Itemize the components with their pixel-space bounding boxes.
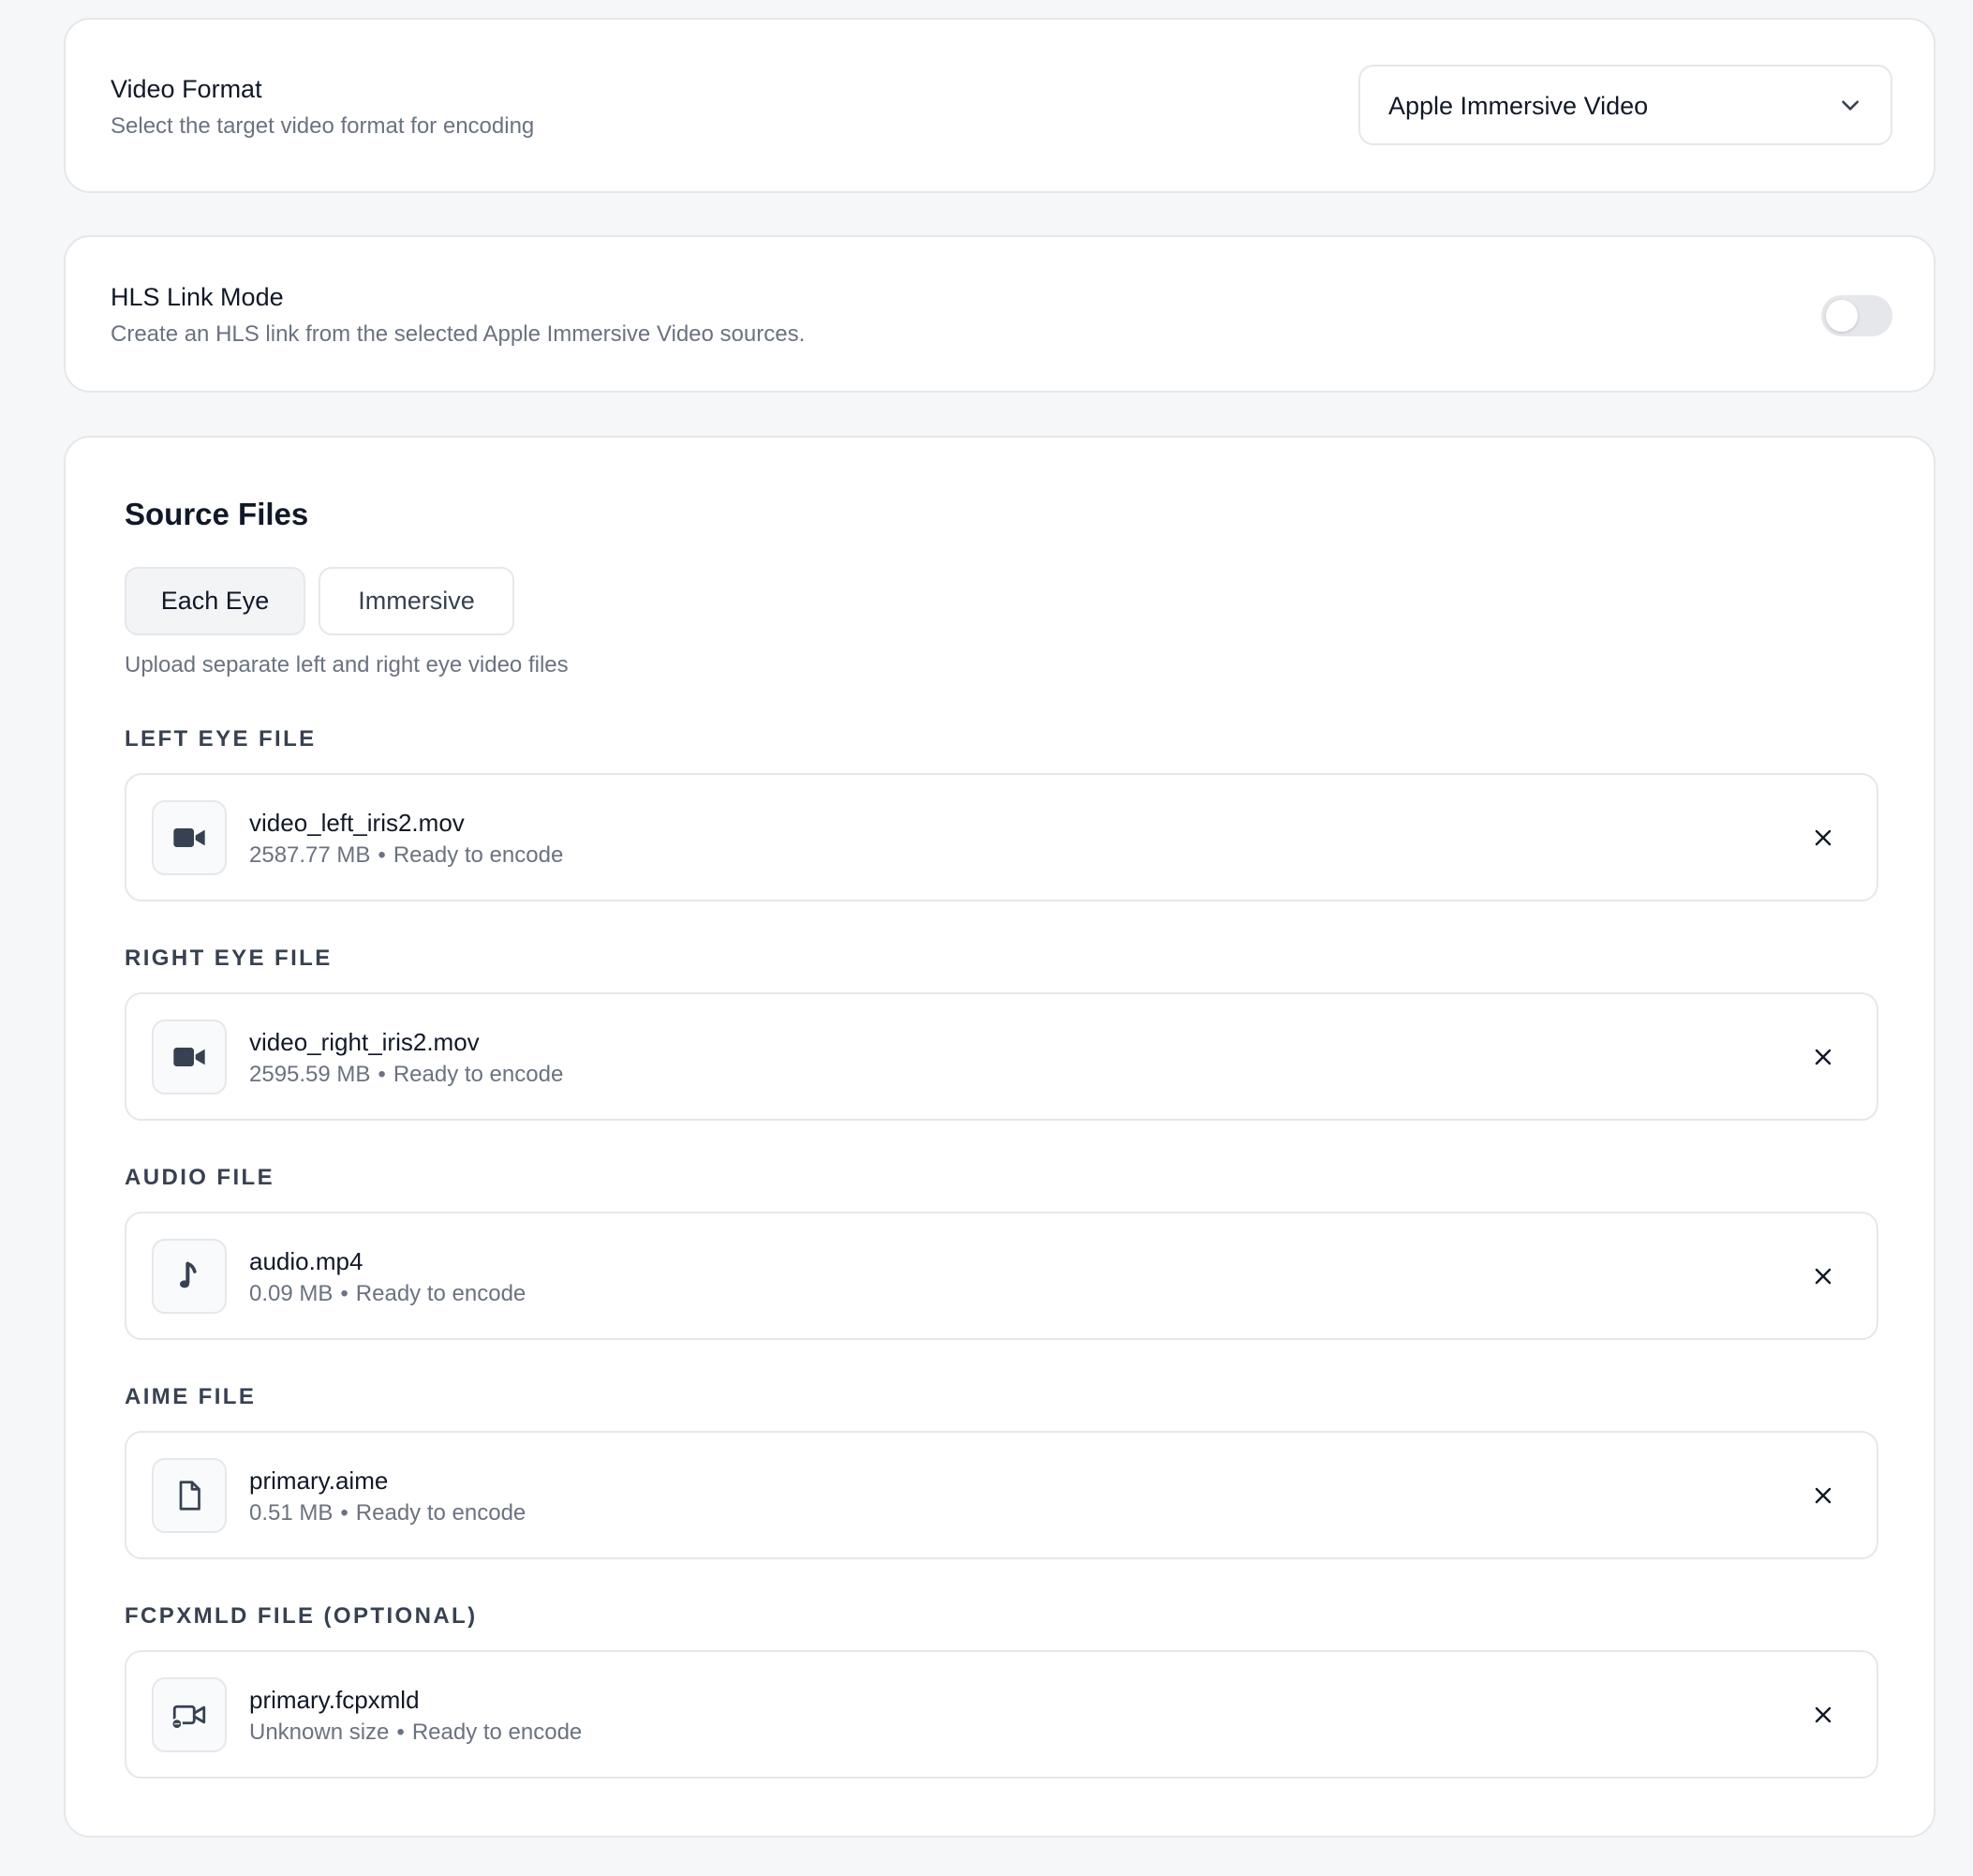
- remove-right-eye-file-button[interactable]: [1807, 1041, 1839, 1073]
- remove-fcpxmld-file-button[interactable]: [1807, 1699, 1839, 1731]
- each-eye-button[interactable]: Each Eye: [125, 567, 305, 635]
- video-format-subtitle: Select the target video format for encod…: [111, 113, 535, 139]
- file-size: 0.09 MB: [249, 1281, 334, 1306]
- right-eye-file-label: RIGHT EYE FILE: [125, 945, 333, 971]
- meta-separator: •: [378, 842, 386, 868]
- meta-separator: •: [340, 1281, 349, 1306]
- toggle-knob: [1826, 300, 1858, 332]
- file-status: Ready to encode: [355, 1281, 527, 1306]
- close-icon: [1815, 1049, 1832, 1065]
- chevron-down-icon: [1842, 100, 1859, 111]
- file-name: video_right_iris2.mov: [249, 1028, 480, 1056]
- hls-link-mode-toggle[interactable]: [1821, 295, 1892, 336]
- immersive-button[interactable]: Immersive: [319, 567, 514, 635]
- file-meta: 2587.77 MB • Ready to encode: [249, 842, 563, 869]
- file-size: 2595.59 MB: [249, 1062, 371, 1087]
- upload-hint: Upload separate left and right eye video…: [125, 652, 569, 677]
- video-format-select[interactable]: Apple Immersive Video: [1358, 65, 1892, 145]
- file-meta: Unknown size • Ready to encode: [249, 1720, 582, 1746]
- file-meta: 0.09 MB • Ready to encode: [249, 1281, 526, 1307]
- video-camera-icon: [152, 800, 227, 875]
- video-format-selected-value: Apple Immersive Video: [1388, 92, 1649, 120]
- file-name: video_left_iris2.mov: [249, 809, 465, 837]
- close-icon: [1815, 1268, 1832, 1285]
- file-meta: 2595.59 MB • Ready to encode: [249, 1062, 563, 1088]
- meta-separator: •: [396, 1720, 405, 1745]
- source-files-heading: Source Files: [125, 497, 309, 531]
- file-name: audio.mp4: [249, 1247, 363, 1275]
- remove-audio-file-button[interactable]: [1807, 1260, 1839, 1292]
- close-icon: [1815, 1706, 1832, 1723]
- file-name: primary.fcpxmld: [249, 1686, 420, 1714]
- source-files-card: Source Files Each Eye Immersive Upload s…: [64, 436, 1936, 1838]
- meta-separator: •: [340, 1500, 349, 1526]
- file-status: Ready to encode: [355, 1500, 527, 1526]
- left-eye-file-row: video_left_iris2.mov 2587.77 MB • Ready to…: [125, 773, 1878, 901]
- remove-left-eye-file-button[interactable]: [1807, 822, 1839, 854]
- aime-file-label: AIME FILE: [125, 1384, 257, 1409]
- file-size: 0.51 MB: [249, 1500, 334, 1526]
- file-status: Ready to encode: [393, 842, 564, 868]
- close-icon: [1815, 829, 1832, 846]
- file-size: Unknown size: [249, 1720, 390, 1745]
- video-camera-icon: [152, 1020, 227, 1094]
- file-name: primary.aime: [249, 1467, 389, 1495]
- music-note-icon: [152, 1239, 227, 1314]
- close-icon: [1815, 1487, 1832, 1504]
- file-status: Ready to encode: [393, 1062, 564, 1087]
- left-eye-file-label: LEFT EYE FILE: [125, 726, 317, 752]
- fcpxmld-file-row: primary.fcpxmld Unknown size • Ready to en…: [125, 1650, 1878, 1779]
- video-format-title: Video Format: [111, 75, 262, 103]
- file-meta: 0.51 MB • Ready to encode: [249, 1500, 526, 1526]
- file-size: 2587.77 MB: [249, 842, 371, 868]
- video-format-card: Video Format Select the target video for…: [64, 18, 1936, 193]
- video-project-icon: [152, 1677, 227, 1752]
- hls-link-mode-card: HLS Link Mode Create an HLS link from th…: [64, 235, 1936, 393]
- audio-file-label: AUDIO FILE: [125, 1165, 274, 1190]
- document-icon: [152, 1458, 227, 1533]
- meta-separator: •: [378, 1062, 386, 1087]
- hls-link-mode-subtitle: Create an HLS link from the selected App…: [111, 321, 806, 347]
- fcpxmld-file-label: FCPXMLD FILE (OPTIONAL): [125, 1603, 478, 1629]
- file-status: Ready to encode: [411, 1720, 583, 1745]
- remove-aime-file-button[interactable]: [1807, 1480, 1839, 1511]
- right-eye-file-row: video_right_iris2.mov 2595.59 MB • Ready t…: [125, 992, 1878, 1121]
- hls-link-mode-title: HLS Link Mode: [111, 283, 284, 311]
- audio-file-row: audio.mp4 0.09 MB • Ready to encode: [125, 1212, 1878, 1340]
- aime-file-row: primary.aime 0.51 MB • Ready to encode: [125, 1431, 1878, 1559]
